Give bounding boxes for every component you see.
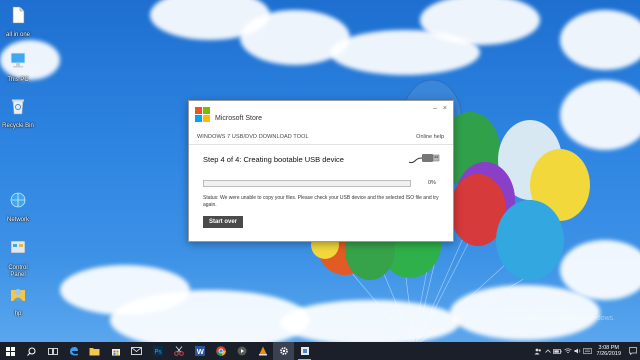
progress-percent: 0% [428,180,436,186]
user-folder-icon [11,289,25,301]
desktop-icon-control-panel[interactable]: Control Panel [0,238,36,279]
progress-bar [203,180,411,187]
file-explorer-button[interactable] [84,342,105,360]
volume-icon[interactable] [573,342,583,360]
usb-drive-icon [408,154,440,164]
keyboard-icon[interactable] [583,342,593,360]
clock-date: 7/26/2019 [596,351,621,357]
status-message: Status: We were unable to copy your file… [203,195,439,208]
network-icon [10,192,26,208]
watermark-subtitle: Go to Settings to activate Windows. [504,315,616,322]
desktop-icon-all-in-one[interactable]: all in one [0,5,36,39]
snipping-tool-button[interactable] [168,342,189,360]
usb-tool-icon [300,347,309,355]
scissors-icon [173,346,184,356]
chevron-up-icon[interactable] [543,342,553,360]
desktop-icon-label: all in one [5,32,31,38]
desktop-icon-label: Control Panel [8,265,28,278]
edge-icon [69,347,78,356]
media-player-button[interactable] [231,342,252,360]
desktop-icon-label: Recycle Bin [2,123,34,129]
taskbar: Ps W 3:08 PM 7/26/2019 [0,342,640,360]
gear-icon [279,347,288,355]
search-button[interactable] [21,342,42,360]
task-view-icon [47,347,58,355]
store-button[interactable] [105,342,126,360]
wifi-icon[interactable] [563,342,573,360]
divider [189,144,453,145]
search-icon [27,347,36,356]
people-icon[interactable] [533,342,543,360]
tool-title: WINDOWS 7 USB/DVD DOWNLOAD TOOL [197,134,309,140]
vlc-button[interactable] [252,342,273,360]
photoshop-icon: Ps [152,346,163,356]
recycle-bin-icon [12,99,24,115]
media-player-icon [237,346,246,356]
mail-icon [131,347,142,355]
vlc-cone-icon [258,346,267,356]
word-button[interactable]: W [189,342,210,360]
edge-button[interactable] [63,342,84,360]
desktop-icon-label: Network [6,217,29,223]
online-help-link[interactable]: Online help [416,134,444,140]
folder-icon [89,347,100,355]
desktop-icon-label: This PC [7,77,29,83]
mail-button[interactable] [126,342,147,360]
desktop-icon-network[interactable]: Network [0,190,36,224]
start-over-button[interactable]: Start over [203,216,243,228]
microsoft-logo-icon [195,107,210,122]
brand-label: Microsoft Store [215,115,263,122]
desktop-icon-this-pc[interactable]: This PC [0,50,36,84]
dialog-header: Microsoft Store – × [189,101,453,131]
desktop-icon-label: hp [14,311,22,317]
settings-button[interactable] [273,342,294,360]
photoshop-button[interactable]: Ps [147,342,168,360]
start-button[interactable] [0,342,21,360]
desktop-icon-hp[interactable]: hp [0,284,36,318]
step-title: Step 4 of 4: Creating bootable USB devic… [203,155,344,164]
chrome-button[interactable] [210,342,231,360]
svg-text:W: W [196,347,204,356]
notification-center-button[interactable] [626,347,640,355]
chrome-icon [215,346,226,356]
desktop-icon-recycle-bin[interactable]: Recycle Bin [0,96,36,130]
activation-watermark: Activate Windows Go to Settings to activ… [505,305,616,323]
windows-logo-icon [6,346,15,356]
usb-download-tool-window: Microsoft Store – × WINDOWS 7 USB/DVD DO… [188,100,454,242]
svg-text:Ps: Ps [154,350,161,356]
taskbar-clock[interactable]: 3:08 PM 7/26/2019 [597,345,621,358]
notification-icon [629,347,637,355]
file-icon [12,6,25,24]
control-panel-icon [10,240,26,254]
close-button[interactable]: × [443,105,447,112]
system-tray: 3:08 PM 7/26/2019 [533,342,640,360]
watermark-title: Activate Windows [504,305,568,314]
usb-tool-button[interactable] [294,342,315,360]
minimize-button[interactable]: – [433,105,437,112]
task-view-button[interactable] [42,342,63,360]
word-icon: W [194,346,205,356]
battery-icon[interactable] [553,342,563,360]
computer-icon [10,52,26,68]
store-icon [111,349,120,356]
